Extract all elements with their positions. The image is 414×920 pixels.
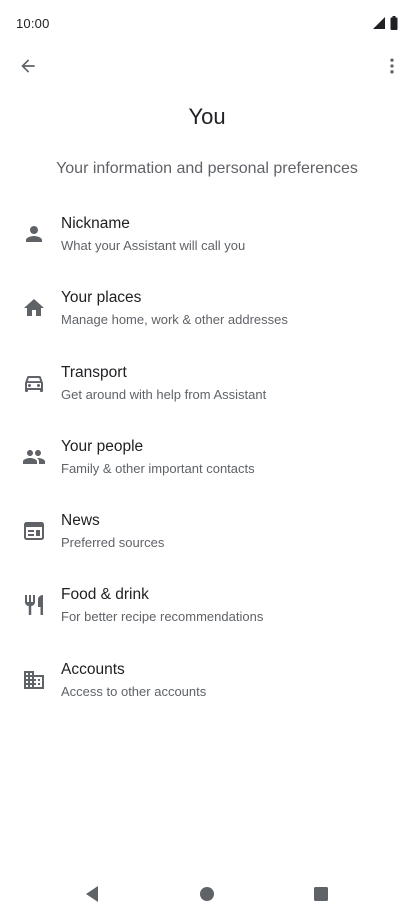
item-title: Your places [61,289,142,307]
status-time: 10:00 [16,16,50,31]
settings-item-your-people[interactable]: Your people Family & other important con… [0,423,414,497]
page-title: You [188,104,226,129]
settings-item-news[interactable]: News Preferred sources [0,497,414,571]
nav-home-icon [199,886,215,907]
item-description: Get around with help from Assistant [61,386,267,402]
item-title: Food & drink [61,586,149,604]
settings-item-accounts[interactable]: Accounts Access to other accounts [0,646,414,720]
arrow-back-icon [18,56,38,81]
restaurant-icon [22,593,46,617]
nav-recents-button[interactable] [309,884,333,908]
page-subtitle: Your information and personal preference… [56,160,358,177]
toolbar [0,48,414,88]
nav-recents-icon [313,886,329,907]
item-description: Access to other accounts [61,683,207,699]
business-icon [22,668,46,692]
item-description: Preferred sources [61,535,165,551]
item-title: Accounts [61,660,125,678]
cell-signal-icon [372,16,386,35]
settings-item-your-places[interactable]: Your places Manage home, work & other ad… [0,274,414,348]
nav-back-button[interactable] [80,884,104,908]
item-title: Your people [61,437,144,455]
settings-item-food-drink[interactable]: Food & drink For better recipe recommend… [0,571,414,645]
car-icon [22,371,46,395]
people-icon [22,445,46,469]
more-vert-icon [382,56,402,81]
system-navigation-bar [0,872,414,920]
settings-list: Nickname What your Assistant will call y… [0,200,414,720]
battery-icon [390,16,398,35]
nav-home-button[interactable] [195,884,219,908]
item-title: Nickname [61,215,130,232]
more-options-button[interactable] [376,50,408,86]
nav-back-icon [84,885,100,908]
item-description: Manage home, work & other addresses [61,312,288,328]
item-description: Family & other important contacts [61,460,255,476]
item-title: Transport [61,363,127,381]
status-icons [372,16,398,35]
home-icon [22,296,46,320]
back-button[interactable] [10,50,46,86]
news-icon [22,519,46,543]
settings-item-transport[interactable]: Transport Get around with help from Assi… [0,349,414,423]
person-icon [22,222,46,246]
item-title: News [61,512,100,530]
settings-item-nickname[interactable]: Nickname What your Assistant will call y… [0,200,414,274]
item-description: For better recipe recommendations [61,609,264,625]
item-description: What your Assistant will call you [61,238,246,253]
status-bar: 10:00 [0,0,414,48]
